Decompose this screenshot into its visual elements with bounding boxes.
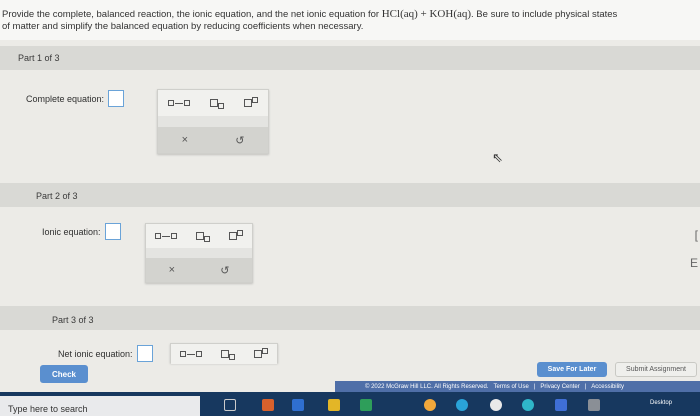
net-ionic-equation-label: Net ionic equation: (58, 348, 133, 359)
app-yellow-icon[interactable] (328, 399, 340, 411)
complete-equation-label: Complete equation: (26, 93, 105, 104)
task-view-icon[interactable] (224, 399, 236, 411)
taskbar-search-input[interactable]: Type here to search (0, 396, 200, 416)
question-text-3: of matter and simplify the balanced equa… (2, 21, 364, 32)
part-3-label: Part 3 of 3 (52, 315, 94, 325)
edge-e-icon: E (689, 256, 698, 270)
browser-edge-icon[interactable] (456, 399, 468, 411)
reaction-arrow-icon[interactable] (168, 100, 190, 106)
footer-accessibility-link[interactable]: Accessibility (591, 384, 624, 390)
superscript-icon[interactable] (228, 230, 243, 242)
question-formula: HCl(aq) + KOH(aq) (381, 8, 472, 20)
question-text-2: . Be sure to include physical states (471, 9, 618, 20)
app-gray-icon[interactable] (588, 399, 600, 411)
part-1-label: Part 1 of 3 (18, 53, 60, 63)
question-text-1: Provide the complete, balanced reaction,… (2, 9, 380, 20)
footer-terms-link[interactable]: Terms of Use (493, 384, 528, 390)
complete-equation-toolbar: × ↺ (157, 89, 269, 154)
part-1-header: Part 1 of 3 (0, 46, 700, 70)
undo-icon[interactable]: ↺ (235, 134, 244, 147)
app-blue-icon[interactable] (292, 399, 304, 411)
question-prompt: Provide the complete, balanced reaction,… (0, 0, 700, 40)
part-2-header: Part 2 of 3 (0, 183, 700, 207)
complete-equation-row: Complete equation: (26, 90, 125, 107)
browser-chrome-icon[interactable] (490, 399, 502, 411)
footer-privacy-link[interactable]: Privacy Center (540, 384, 579, 390)
app-teal-icon[interactable] (522, 399, 534, 411)
net-ionic-equation-row: Net ionic equation: (58, 345, 153, 362)
mouse-cursor-icon: ⇖ (492, 150, 503, 165)
part-3-header: Part 3 of 3 (0, 306, 700, 330)
app-multicolor-icon[interactable] (424, 399, 436, 411)
clear-icon[interactable]: × (169, 264, 175, 276)
taskbar-desktop-label[interactable]: Desktop (650, 400, 672, 406)
clear-icon[interactable]: × (182, 134, 188, 146)
app-word-icon[interactable] (555, 399, 567, 411)
net-ionic-equation-input[interactable] (136, 345, 153, 362)
submit-assignment-button[interactable]: Submit Assignment (615, 362, 697, 377)
ionic-equation-label: Ionic equation: (42, 226, 101, 237)
ionic-equation-row: Ionic equation: (42, 223, 121, 240)
superscript-icon[interactable] (244, 97, 258, 109)
check-button[interactable]: Check (40, 365, 88, 383)
edge-bracket-icon: [ (694, 228, 698, 242)
part-2-label: Part 2 of 3 (36, 191, 78, 201)
app-orange-icon[interactable] (262, 399, 274, 411)
subscript-icon[interactable] (210, 97, 224, 109)
superscript-icon[interactable] (253, 348, 268, 360)
ionic-equation-input[interactable] (104, 223, 121, 240)
reaction-arrow-icon[interactable] (155, 233, 178, 239)
app-green-icon[interactable] (360, 399, 372, 411)
net-ionic-equation-toolbar (170, 343, 278, 364)
complete-equation-input[interactable] (108, 90, 125, 107)
subscript-icon[interactable] (195, 230, 210, 242)
footer-copyright: © 2022 McGraw Hill LLC. All Rights Reser… (365, 383, 489, 390)
ionic-equation-toolbar: × ↺ (145, 223, 253, 283)
undo-icon[interactable]: ↺ (220, 264, 229, 277)
reaction-arrow-icon[interactable] (180, 351, 203, 357)
save-for-later-button[interactable]: Save For Later (537, 362, 607, 377)
subscript-icon[interactable] (220, 348, 235, 360)
page-footer: © 2022 McGraw Hill LLC. All Rights Reser… (335, 381, 700, 392)
